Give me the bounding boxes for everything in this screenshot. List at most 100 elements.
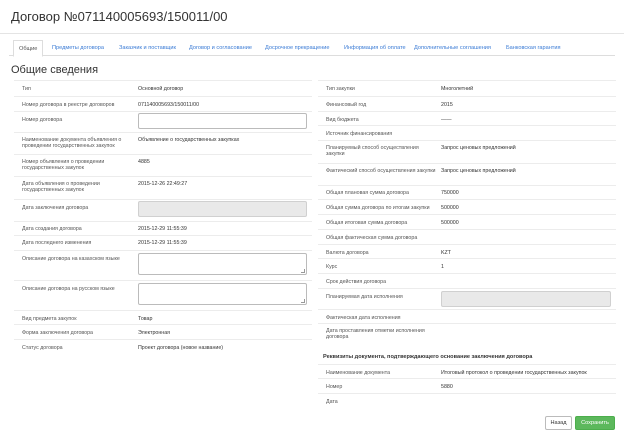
label-sum-by-results: Общая сумма договора по итогам закупки [326, 205, 430, 211]
label-modified-date: Дата последнего изменения [22, 240, 92, 246]
page-header: Договор №071140005693/150011/00 [0, 0, 624, 34]
row-sum-by-results: Общая сумма договора по итогам закупки 5… [318, 199, 616, 211]
value-purchase-type: Многолетний [441, 86, 474, 92]
value-rate: 1 [441, 264, 444, 270]
row-planned-exec-date: Планируемая дата исполнения [318, 288, 616, 300]
value-type: Основной договор [138, 86, 184, 92]
value-planned-method: Запрос ценовых предложений [441, 145, 516, 151]
row-desc-kz: Описание договора на казахском языке [14, 250, 312, 262]
label-doc-date: Дата [326, 399, 338, 405]
row-conclusion-date: Дата заключения договора [14, 199, 312, 211]
label-desc-kz: Описание договора на казахском языке [22, 256, 120, 262]
row-planned-sum: Общая плановая сумма договора 750000 [318, 185, 616, 196]
label-purchase-type: Тип закупки [326, 86, 355, 92]
label-actual-sum: Общая фактическая сумма договора [326, 235, 418, 241]
row-announcement-date: Дата объявления о проведении государстве… [14, 176, 312, 193]
label-desc-ru: Описание договора на русском языке [22, 286, 115, 292]
label-fiscal-year: Финансовый год [326, 102, 367, 108]
row-planned-method: Планируемый способ осуществления закупки… [318, 140, 616, 157]
row-currency: Валюта договора KZT [318, 244, 616, 256]
label-actual-exec-date: Фактическая дата исполнения [326, 315, 401, 321]
value-budget-type: —— [441, 117, 452, 123]
row-actual-sum: Общая фактическая сумма договора [318, 229, 616, 241]
row-doc-date: Дата [318, 393, 616, 405]
label-budget-type: Вид бюджета [326, 117, 359, 123]
row-contract-number: Номер договора [14, 111, 312, 123]
tab-general[interactable]: Общие [13, 40, 44, 57]
desc-kz-textarea[interactable] [138, 253, 307, 275]
row-doc-name: Наименование документа Итоговый протокол… [318, 364, 616, 376]
label-doc-name: Наименование документа [326, 370, 391, 376]
value-form: Электронная [138, 330, 171, 336]
value-announcement-name: Объявление о государственных закупках [138, 137, 240, 143]
tab-contract-approval[interactable]: Договор и согласование [189, 40, 252, 56]
row-status: Статус договора Проект договора (новое н… [14, 339, 312, 351]
row-subject-type: Вид предмета закупок Товар [14, 310, 312, 322]
label-announcement-date: Дата объявления о проведении государстве… [22, 181, 100, 194]
label-created-date: Дата создания договора [22, 226, 82, 232]
value-created-date: 2015-12-29 11:55:39 [138, 226, 187, 232]
value-registry-number: 071140005693/150011/00 [138, 102, 200, 108]
tab-customer-supplier[interactable]: Заказчик и поставщик [119, 40, 176, 56]
resize-handle-icon[interactable] [301, 269, 305, 273]
tab-bank-guarantee[interactable]: Банковская гарантия [506, 40, 561, 56]
value-modified-date: 2015-12-29 11:55:39 [138, 240, 187, 246]
label-registry-number: Номер договора в реестре договоров [22, 102, 115, 108]
contract-number-input[interactable] [138, 113, 307, 129]
row-desc-ru: Описание договора на русском языке [14, 280, 312, 292]
tab-payment-info[interactable]: Информация об оплате [344, 40, 406, 56]
row-funding-source: Источник финансирования [318, 125, 616, 137]
row-announcement-number: Номер объявления о проведении государств… [14, 154, 312, 171]
label-currency: Валюта договора [326, 250, 369, 256]
row-announcement-name: Наименование документа объявления о пров… [14, 132, 312, 149]
label-final-sum: Общая итоговая сумма договора [326, 220, 408, 226]
resize-handle-icon[interactable] [301, 299, 305, 303]
label-planned-sum: Общая плановая сумма договора [326, 190, 409, 196]
label-actual-method: Фактический способ осуществления закупки [326, 168, 436, 174]
tab-additional-agreements[interactable]: Дополнительные соглашения [414, 40, 491, 56]
label-planned-exec-date: Планируемая дата исполнения [326, 294, 403, 300]
value-doc-number: 5880 [441, 384, 453, 390]
row-budget-type: Вид бюджета —— [318, 111, 616, 123]
value-fiscal-year: 2015 [441, 102, 453, 108]
back-button[interactable]: Назад [545, 416, 572, 430]
tab-early-termination[interactable]: Досрочное прекращение [265, 40, 330, 56]
row-rate: Курс 1 [318, 258, 616, 270]
label-type: Тип [22, 86, 31, 92]
row-type: Тип Основной договор [14, 80, 312, 92]
label-funding-source: Источник финансирования [326, 131, 393, 137]
desc-ru-textarea[interactable] [138, 283, 307, 305]
row-final-sum: Общая итоговая сумма договора 500000 [318, 214, 616, 226]
value-actual-method: Запрос ценовых предложений [441, 168, 516, 174]
tab-contract-subjects[interactable]: Предметы договора [52, 40, 104, 56]
tab-bar: Общие Предметы договора Заказчик и поста… [9, 40, 615, 57]
row-purchase-type: Тип закупки Многолетний [318, 80, 616, 92]
label-form: Форма заключения договора [22, 330, 93, 336]
row-exec-mark-date: Дата проставления отметки исполнения дог… [318, 323, 616, 340]
row-fiscal-year: Финансовый год 2015 [318, 96, 616, 108]
section-title: Общие сведения [11, 64, 99, 76]
value-subject-type: Товар [138, 316, 153, 322]
save-button[interactable]: Сохранить [575, 416, 615, 430]
label-conclusion-date: Дата заключения договора [22, 205, 89, 211]
value-doc-name: Итоговый протокол о проведении государст… [441, 370, 587, 376]
label-exec-mark-date: Дата проставления отметки исполнения дог… [326, 328, 425, 341]
value-announcement-number: 4885 [138, 159, 150, 165]
row-validity: Срок действия договора [318, 273, 616, 285]
row-actual-exec-date: Фактическая дата исполнения [318, 309, 616, 321]
label-status: Статус договора [22, 345, 63, 351]
basis-doc-heading: Реквизиты документа, подтверждающего осн… [323, 354, 533, 360]
label-contract-number: Номер договора [22, 117, 63, 123]
row-created-date: Дата создания договора 2015-12-29 11:55:… [14, 221, 312, 232]
value-planned-sum: 750000 [441, 190, 459, 196]
label-validity: Срок действия договора [326, 279, 387, 285]
label-subject-type: Вид предмета закупок [22, 316, 77, 322]
value-sum-by-results: 500000 [441, 205, 459, 211]
page-title: Договор №071140005693/150011/00 [11, 9, 228, 24]
row-doc-number: Номер 5880 [318, 378, 616, 390]
row-form: Форма заключения договора Электронная [14, 324, 312, 336]
row-actual-method: Фактический способ осуществления закупки… [318, 163, 616, 174]
label-planned-method: Планируемый способ осуществления закупки [326, 145, 419, 158]
value-status: Проект договора (новое название) [138, 345, 224, 351]
label-announcement-name: Наименование документа объявления о пров… [22, 137, 122, 150]
